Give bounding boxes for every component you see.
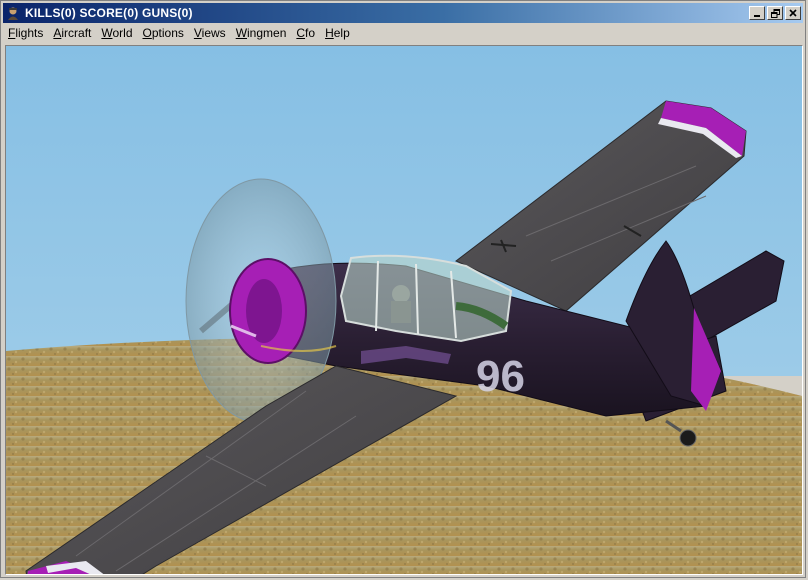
restore-button[interactable] [767, 6, 783, 20]
close-icon [789, 9, 797, 17]
menu-views[interactable]: Views [189, 24, 231, 42]
menu-cfo[interactable]: Cfo [291, 24, 320, 42]
title-buttons [747, 6, 801, 20]
menu-world[interactable]: World [96, 24, 137, 42]
game-window: KILLS(0) SCORE(0) GUNS(0) Flights Aircra… [0, 0, 806, 578]
menu-bar: Flights Aircraft World Options Views Win… [3, 23, 803, 43]
window-title: KILLS(0) SCORE(0) GUNS(0) [25, 6, 193, 20]
close-button[interactable] [785, 6, 801, 20]
minimize-button[interactable] [749, 6, 765, 20]
restore-icon [770, 8, 780, 18]
flight-viewport[interactable]: 96 [5, 45, 803, 575]
menu-options[interactable]: Options [138, 24, 189, 42]
title-bar[interactable]: KILLS(0) SCORE(0) GUNS(0) [3, 3, 803, 23]
menu-aircraft[interactable]: Aircraft [48, 24, 96, 42]
menu-flights[interactable]: Flights [3, 24, 48, 42]
scene-render: 96 [6, 46, 802, 574]
tail-wheel [679, 429, 697, 447]
pilot-icon[interactable] [5, 5, 21, 21]
menu-wingmen[interactable]: Wingmen [231, 24, 292, 42]
aircraft-number: 96 [476, 352, 525, 401]
minimize-icon [754, 15, 760, 17]
menu-help[interactable]: Help [320, 24, 355, 42]
